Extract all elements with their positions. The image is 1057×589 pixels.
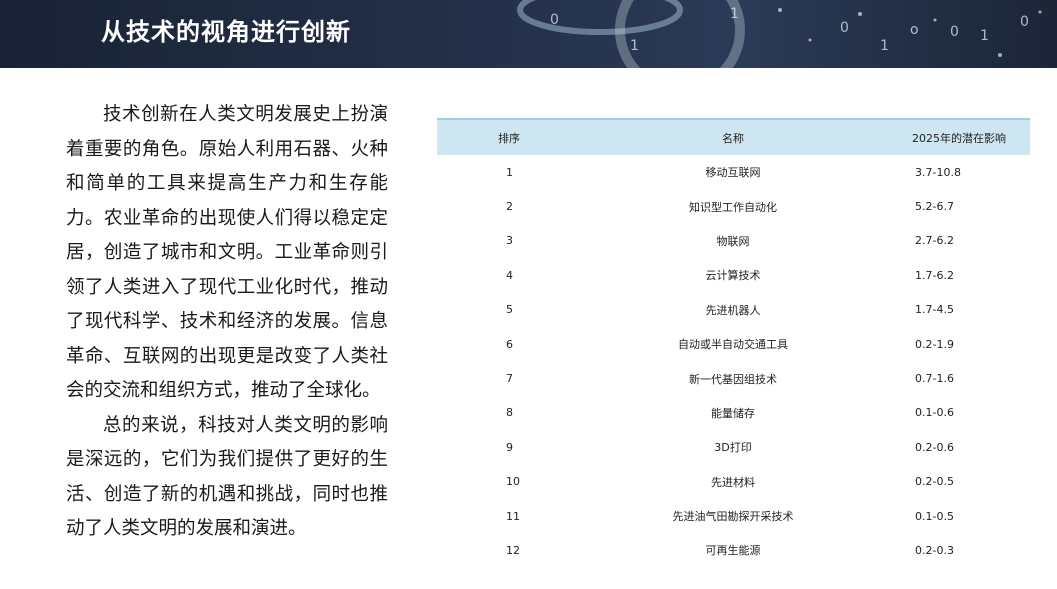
svg-text:1: 1 <box>980 28 989 44</box>
impact-cell: 5.2-6.7 <box>915 200 954 214</box>
impact-cell: 0.2-0.3 <box>915 543 954 557</box>
svg-text:0: 0 <box>950 24 959 40</box>
table-row: 4 云计算技术 1.7-6.2 <box>437 258 1030 292</box>
svg-text:1: 1 <box>880 38 889 54</box>
table-row: 9 3D打印 0.2-0.6 <box>437 430 1030 464</box>
name-cell: 先进材料 <box>711 475 755 489</box>
title-banner: 从技术的视角进行创新 0 1 1 0 1 o 0 1 0 <box>0 0 1057 68</box>
name-cell: 云计算技术 <box>705 269 761 283</box>
svg-text:0: 0 <box>550 12 559 28</box>
rank-cell: 2 <box>506 200 513 214</box>
rank-cell: 10 <box>506 475 520 489</box>
svg-text:1: 1 <box>630 38 639 54</box>
table-row: 6 自动或半自动交通工具 0.2-1.9 <box>437 327 1030 361</box>
table-row: 1 移动互联网 3.7-10.8 <box>437 155 1030 189</box>
body-text: 技术创新在人类文明发展史上扮演着重要的角色。原始人利用石器、火种和简单的工具来提… <box>66 98 388 547</box>
rank-cell: 9 <box>506 440 513 454</box>
paragraph-2: 总的来说，科技对人类文明的影响是深远的，它们为我们提供了更好的生活、创造了新的机… <box>66 414 388 540</box>
rank-cell: 11 <box>506 509 520 523</box>
digital-decoration-image: 0 1 1 0 1 o 0 1 0 <box>517 0 1042 68</box>
impact-cell: 0.7-1.6 <box>915 372 954 386</box>
table-row: 11 先进油气田勘探开采技术 0.1-0.5 <box>437 499 1030 533</box>
svg-text:o: o <box>910 22 919 38</box>
impact-cell: 1.7-4.5 <box>915 303 954 317</box>
impact-cell: 0.2-0.6 <box>915 440 954 454</box>
svg-text:0: 0 <box>840 20 849 36</box>
table-row: 8 能量储存 0.1-0.6 <box>437 396 1030 430</box>
impact-cell: 3.7-10.8 <box>915 165 961 179</box>
name-cell: 3D打印 <box>714 441 752 455</box>
name-cell: 自动或半自动交通工具 <box>678 338 788 352</box>
table-row: 3 物联网 2.7-6.2 <box>437 224 1030 258</box>
rank-cell: 1 <box>506 165 513 179</box>
name-cell: 知识型工作自动化 <box>689 200 777 214</box>
impact-cell: 0.1-0.6 <box>915 406 954 420</box>
name-cell: 新一代基因组技术 <box>689 372 777 386</box>
rank-cell: 3 <box>506 234 513 248</box>
header-rank: 排序 <box>498 131 520 145</box>
header-impact: 2025年的潜在影响 <box>912 131 1006 145</box>
name-cell: 能量储存 <box>711 406 755 420</box>
impact-cell: 0.2-0.5 <box>915 475 954 489</box>
rank-cell: 5 <box>506 303 513 317</box>
svg-text:0: 0 <box>1020 14 1029 30</box>
page-title: 从技术的视角进行创新 <box>101 18 351 46</box>
name-cell: 先进机器人 <box>705 303 761 317</box>
svg-text:1: 1 <box>730 6 739 22</box>
table-row: 10 先进材料 0.2-0.5 <box>437 465 1030 499</box>
table-row: 12 可再生能源 0.2-0.3 <box>437 533 1030 567</box>
table-row: 7 新一代基因组技术 0.7-1.6 <box>437 361 1030 395</box>
impact-cell: 0.2-1.9 <box>915 337 954 351</box>
rank-cell: 7 <box>506 372 513 386</box>
rank-cell: 12 <box>506 543 520 557</box>
name-cell: 可再生能源 <box>705 544 761 558</box>
name-cell: 移动互联网 <box>705 166 761 180</box>
table-row: 2 知识型工作自动化 5.2-6.7 <box>437 189 1030 223</box>
impact-cell: 2.7-6.2 <box>915 234 954 248</box>
rank-cell: 8 <box>506 406 513 420</box>
name-cell: 先进油气田勘探开采技术 <box>672 510 794 524</box>
header-name: 名称 <box>722 131 744 145</box>
technology-impact-table: 排序 名称 2025年的潜在影响 1 移动互联网 3.7-10.8 2 知识型工… <box>437 118 1030 568</box>
paragraph-1: 技术创新在人类文明发展史上扮演着重要的角色。原始人利用石器、火种和简单的工具来提… <box>66 104 388 401</box>
rank-cell: 4 <box>506 268 513 282</box>
table-header-row: 排序 名称 2025年的潜在影响 <box>437 119 1030 155</box>
table-row: 5 先进机器人 1.7-4.5 <box>437 293 1030 327</box>
name-cell: 物联网 <box>716 234 750 248</box>
impact-cell: 0.1-0.5 <box>915 509 954 523</box>
rank-cell: 6 <box>506 337 513 351</box>
impact-cell: 1.7-6.2 <box>915 268 954 282</box>
